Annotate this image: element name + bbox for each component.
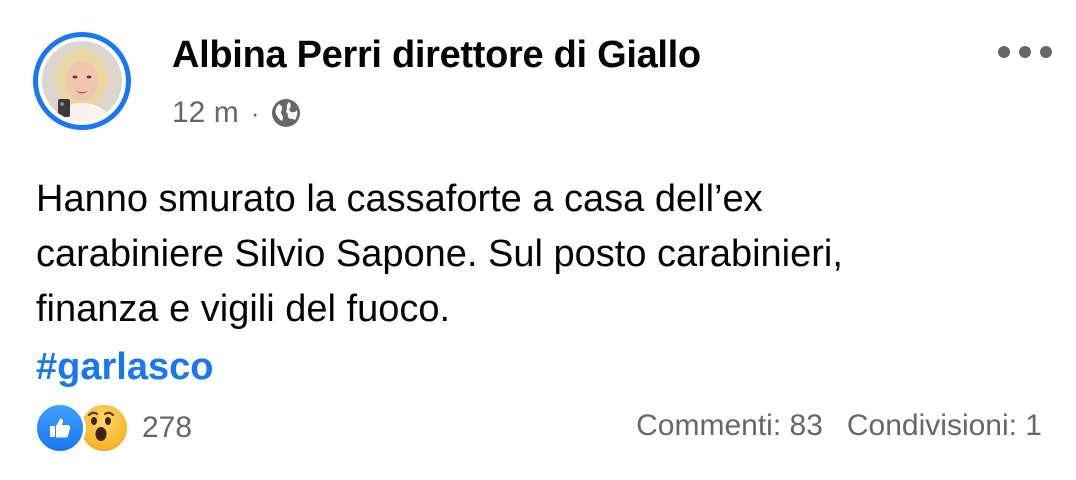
more-dot: [1040, 46, 1052, 58]
post-meta: 12 m ·: [172, 96, 302, 130]
post-body-line: carabiniere Silvio Sapone. Sul posto car…: [36, 233, 843, 275]
more-dot: [1019, 46, 1031, 58]
author-avatar[interactable]: [33, 32, 131, 130]
shares-count-link[interactable]: Condivisioni: 1: [847, 409, 1042, 443]
comments-count-link[interactable]: Commenti: 83: [636, 409, 823, 443]
more-dot: [998, 46, 1010, 58]
post-body-line: Hanno smurato la cassaforte a casa dell’…: [36, 178, 763, 220]
post-body-line: finanza e vigili del fuoco.: [36, 288, 451, 330]
post-body: Hanno smurato la cassaforte a casa dell’…: [36, 172, 1036, 337]
reactions-summary[interactable]: 278: [34, 402, 192, 454]
more-options-button[interactable]: [998, 40, 1052, 64]
avatar-photo: [42, 41, 122, 121]
facebook-post: Albina Perri direttore di Giallo 12 m · …: [0, 0, 1076, 480]
author-name[interactable]: Albina Perri direttore di Giallo: [172, 34, 701, 77]
post-timestamp[interactable]: 12 m: [172, 96, 239, 130]
globe-icon[interactable]: [270, 97, 302, 129]
engagement-stats: Commenti: 83 Condivisioni: 1: [636, 409, 1042, 443]
meta-separator: ·: [250, 98, 260, 128]
hashtag-link[interactable]: #garlasco: [36, 340, 213, 395]
reaction-count: 278: [142, 411, 193, 444]
like-reaction-icon: [34, 402, 86, 454]
